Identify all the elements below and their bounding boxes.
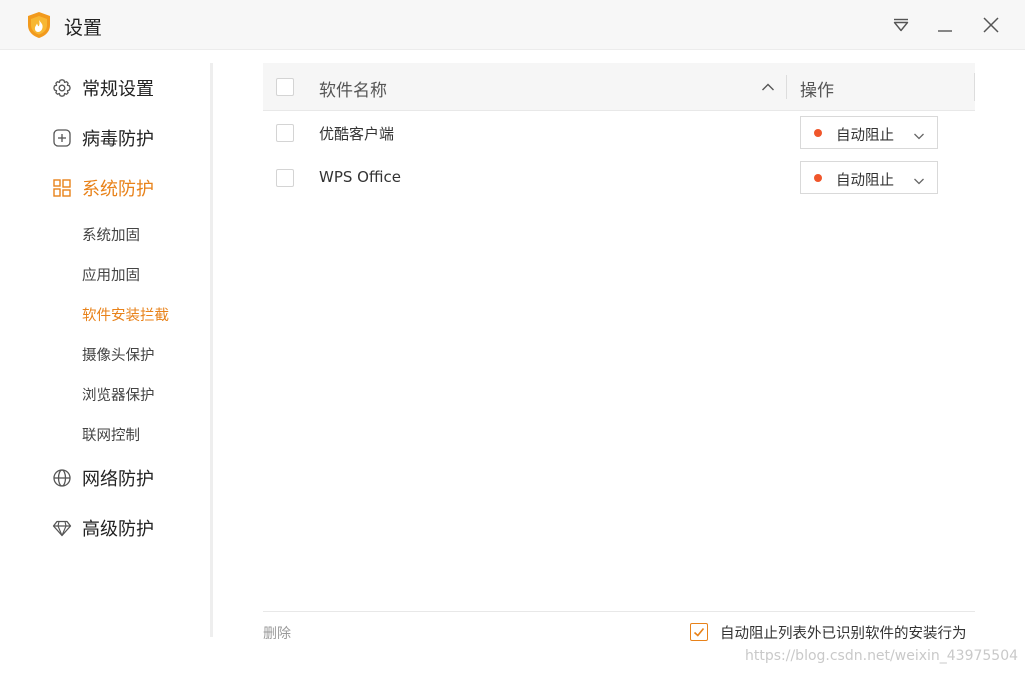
sidebar-item-general[interactable]: 常规设置 (52, 74, 154, 102)
software-name: 优酷客户端 (319, 125, 395, 143)
select-all-checkbox[interactable] (276, 78, 294, 96)
sidebar-item-network-protection[interactable]: 网络防护 (52, 464, 154, 492)
subitem-system-hardening[interactable]: 系统加固 (82, 224, 140, 246)
diamond-icon (52, 518, 72, 538)
subitem-app-hardening[interactable]: 应用加固 (82, 264, 140, 286)
plus-square-icon (52, 128, 72, 148)
minimize-icon (936, 16, 954, 34)
minimize-button[interactable] (934, 14, 956, 36)
sidebar-item-label: 系统防护 (82, 179, 154, 200)
action-dropdown[interactable]: 自动阻止 (800, 116, 938, 149)
sidebar-item-label: 病毒防护 (82, 129, 154, 150)
table-row: 优酷客户端 自动阻止 (263, 111, 975, 155)
auto-block-label: 自动阻止列表外已识别软件的安装行为 (720, 625, 967, 642)
auto-block-option[interactable]: 自动阻止列表外已识别软件的安装行为 (690, 622, 967, 642)
chevron-down-icon (913, 172, 925, 185)
footer-divider (263, 611, 975, 612)
subitem-network-control[interactable]: 联网控制 (82, 424, 140, 446)
table-row: WPS Office 自动阻止 (263, 156, 975, 200)
column-header-operation: 操作 (800, 81, 834, 101)
action-dropdown-value: 自动阻止 (836, 173, 894, 189)
column-header-name: 软件名称 (319, 81, 387, 101)
menu-triangle-icon (892, 18, 910, 32)
gear-icon (52, 78, 72, 98)
app-logo-icon (26, 11, 52, 39)
close-button[interactable] (980, 14, 1002, 36)
sidebar-item-label: 高级防护 (82, 519, 154, 540)
close-icon (982, 16, 1000, 34)
sidebar-item-system-protection[interactable]: 系统防护 (52, 174, 154, 202)
chevron-down-icon (913, 127, 925, 140)
column-separator (974, 73, 975, 101)
software-name: WPS Office (319, 168, 401, 186)
table-header: 软件名称 操作 (263, 63, 975, 111)
row-checkbox[interactable] (276, 124, 294, 142)
title-bar: 设置 (0, 0, 1025, 50)
sidebar-item-virus-protection[interactable]: 病毒防护 (52, 124, 154, 152)
delete-button[interactable]: 删除 (263, 623, 291, 643)
menu-dropdown-button[interactable] (890, 14, 912, 36)
action-dropdown-value: 自动阻止 (836, 128, 894, 144)
globe-icon (52, 468, 72, 488)
status-dot-icon (814, 129, 822, 137)
watermark-text: https://blog.csdn.net/weixin_43975504 (745, 648, 1019, 664)
checkmark-icon (693, 627, 705, 637)
system-grid-icon (52, 178, 72, 198)
sidebar-scrollbar[interactable] (210, 63, 213, 637)
sidebar-item-label: 常规设置 (82, 79, 154, 100)
subitem-camera-protection[interactable]: 摄像头保护 (82, 344, 155, 366)
window-title: 设置 (64, 17, 103, 39)
status-dot-icon (814, 174, 822, 182)
column-separator (786, 75, 787, 99)
subitem-software-install-block[interactable]: 软件安装拦截 (82, 304, 169, 326)
action-dropdown[interactable]: 自动阻止 (800, 161, 938, 194)
sidebar-item-label: 网络防护 (82, 469, 154, 490)
row-checkbox[interactable] (276, 169, 294, 187)
sort-chevron-up-icon[interactable] (760, 79, 776, 95)
sidebar-item-advanced-protection[interactable]: 高级防护 (52, 514, 154, 542)
subitem-browser-protection[interactable]: 浏览器保护 (82, 384, 155, 406)
auto-block-checkbox[interactable] (690, 623, 708, 641)
